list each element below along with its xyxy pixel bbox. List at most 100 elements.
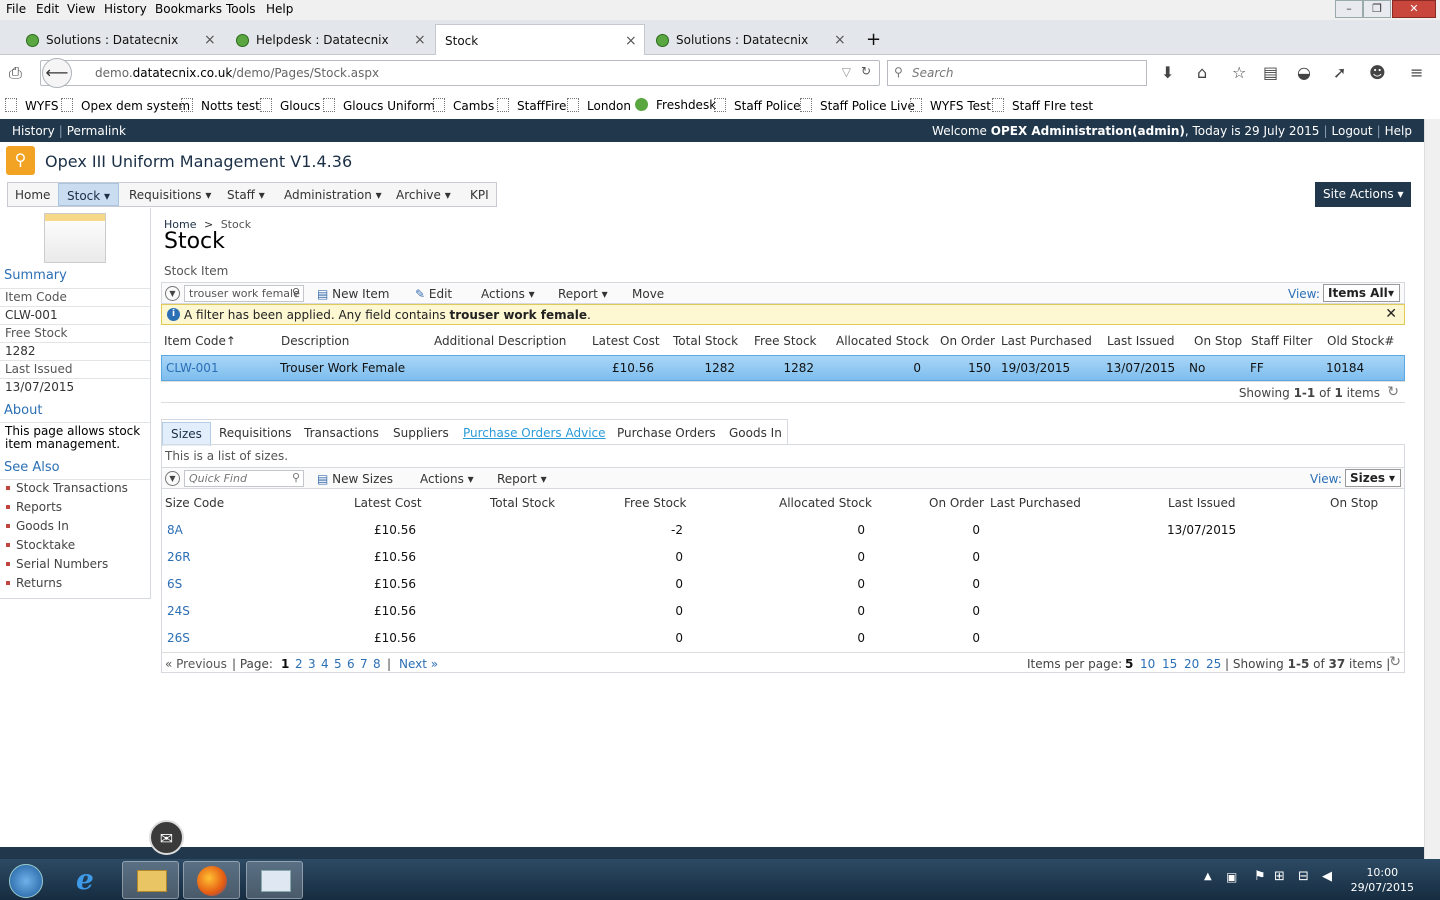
page-scrollbar[interactable] — [1424, 119, 1440, 859]
refresh-icon[interactable]: ↻ — [1387, 384, 1399, 400]
tab-close-icon[interactable]: × — [834, 32, 846, 48]
see-also-link[interactable]: Returns — [6, 576, 62, 590]
tray-arrow-icon[interactable]: ▲ — [1204, 871, 1212, 882]
col-description[interactable]: Description — [281, 334, 349, 348]
tray-app-icon[interactable]: ▣ — [1226, 870, 1237, 884]
bookmark[interactable]: Freshdesk — [635, 98, 716, 112]
search-icon[interactable]: ⚲ — [292, 286, 300, 299]
table-row-selected[interactable]: CLW-001 Trouser Work Female £10.56 1282 … — [161, 355, 1405, 381]
size-code-link[interactable]: 8A — [167, 523, 183, 537]
nav-home[interactable]: Home — [15, 188, 50, 202]
nav-archive[interactable]: Archive ▾ — [396, 188, 451, 202]
back-button[interactable]: ⟵ — [42, 58, 72, 88]
table-row[interactable]: 8A £10.56 -2 0 0 13/07/2015 — [161, 516, 1405, 543]
history-link[interactable]: History — [12, 124, 55, 138]
tab-close-icon[interactable]: × — [414, 32, 426, 48]
menu-view[interactable]: View — [67, 2, 95, 16]
size-code-link[interactable]: 26S — [167, 631, 190, 645]
col-last-purchased[interactable]: Last Purchased — [1001, 334, 1092, 348]
mail-icon[interactable]: ✉ — [149, 820, 184, 855]
flag-icon[interactable]: ⚑ — [1254, 869, 1266, 884]
col-allocated-stock[interactable]: Allocated Stock — [836, 334, 929, 348]
bookmark[interactable]: Staff Police — [714, 98, 801, 113]
ie-icon[interactable]: e — [62, 861, 119, 899]
search-icon[interactable]: ⚲ — [292, 471, 300, 484]
item-code-link[interactable]: CLW-001 — [166, 361, 219, 375]
logout-link[interactable]: Logout — [1332, 124, 1373, 138]
nav-staff[interactable]: Staff ▾ — [227, 188, 265, 202]
col-last-purchased[interactable]: Last Purchased — [990, 496, 1081, 510]
volume-icon[interactable]: ◀ — [1322, 869, 1332, 884]
see-also-link[interactable]: Reports — [6, 500, 62, 514]
size-code-link[interactable]: 24S — [167, 604, 190, 618]
col-free-stock[interactable]: Free Stock — [624, 496, 687, 510]
previous-link[interactable]: « Previous — [165, 657, 227, 671]
bookmark[interactable]: WYFS — [5, 98, 59, 113]
size-code-link[interactable]: 26R — [167, 550, 191, 564]
col-on-order[interactable]: On Order — [929, 496, 984, 510]
per-page-option[interactable]: 25 — [1206, 657, 1221, 671]
page-link[interactable]: 7 — [360, 657, 368, 671]
move-button[interactable]: Move — [632, 287, 664, 301]
new-tab-button[interactable]: + — [860, 24, 881, 55]
clock[interactable]: 10:00 29/07/2015 — [1351, 865, 1414, 895]
sizes-report-menu[interactable]: Report ▾ — [497, 472, 547, 486]
site-actions-button[interactable]: Site Actions ▾ — [1315, 182, 1411, 207]
stock-search-input[interactable]: trouser work female ⚲ — [184, 285, 304, 302]
chat-icon[interactable]: ☻ — [1369, 63, 1386, 82]
browser-tab[interactable]: Solutions : Datatecnix × — [0, 24, 222, 55]
col-total-stock[interactable]: Total Stock — [490, 496, 555, 510]
reading-list-icon[interactable]: ▤ — [1263, 63, 1278, 82]
site-title[interactable]: Opex III Uniform Management V1.4.36 — [45, 152, 352, 171]
menu-file[interactable]: File — [6, 2, 26, 16]
bookmark[interactable]: StaffFire — [497, 98, 566, 113]
table-row[interactable]: 24S £10.56 0 0 0 — [161, 597, 1405, 624]
col-on-stop[interactable]: On Stop — [1330, 496, 1378, 510]
bookmark[interactable]: Staff FIre test — [992, 98, 1093, 113]
new-sizes-button[interactable]: ▤ New Sizes — [317, 472, 393, 486]
per-page-option[interactable]: 10 — [1140, 657, 1155, 671]
bookmark-star-icon[interactable]: ☆ — [1232, 63, 1246, 82]
browser-tab-active[interactable]: Stock × — [435, 24, 645, 55]
network-icon[interactable]: ⊟ — [1298, 869, 1309, 884]
chevron-down-icon[interactable]: ▼ — [165, 471, 180, 486]
edit-button[interactable]: ✎ Edit — [415, 287, 452, 301]
actions-menu[interactable]: Actions ▾ — [481, 287, 535, 301]
next-link[interactable]: Next » — [399, 657, 438, 671]
tab-requisitions[interactable]: Requisitions — [219, 426, 292, 440]
browser-tab[interactable]: Helpdesk : Datatecnix × — [210, 24, 432, 55]
tab-suppliers[interactable]: Suppliers — [393, 426, 449, 440]
firefox-icon[interactable] — [183, 861, 240, 899]
quick-find-input[interactable]: Quick Find ⚲ — [184, 470, 304, 487]
bookmark[interactable]: Gloucs Uniform — [323, 98, 435, 113]
menu-history[interactable]: History — [104, 2, 147, 16]
tab-transactions[interactable]: Transactions — [304, 426, 379, 440]
url-bar[interactable]: demo.datatecnix.co.uk/demo/Pages/Stock.a… — [40, 60, 880, 86]
nav-kpi[interactable]: KPI — [470, 188, 489, 202]
bookmark[interactable]: Staff Police Live — [800, 98, 915, 113]
col-size-code[interactable]: Size Code — [165, 496, 224, 510]
col-staff-filter[interactable]: Staff Filter — [1251, 334, 1312, 348]
table-row[interactable]: 6S £10.56 0 0 0 — [161, 570, 1405, 597]
page-link[interactable]: 5 — [334, 657, 342, 671]
download-icon[interactable]: ⬇ — [1161, 63, 1174, 82]
bookmark[interactable]: WYFS Test — [910, 98, 991, 113]
menu-bookmarks[interactable]: Bookmarks — [155, 2, 222, 16]
report-menu[interactable]: Report ▾ — [558, 287, 608, 301]
see-also-link[interactable]: Stock Transactions — [6, 481, 128, 495]
window-close-icon[interactable]: ✕ — [1392, 0, 1436, 18]
col-allocated-stock[interactable]: Allocated Stock — [779, 496, 872, 510]
bookmark[interactable]: London — [567, 98, 631, 113]
per-page-option[interactable]: 15 — [1162, 657, 1177, 671]
page-link[interactable]: 4 — [321, 657, 329, 671]
page-link-current[interactable]: 1 — [281, 657, 289, 671]
reload-icon[interactable]: ↻ — [861, 64, 871, 78]
print-icon[interactable]: ⎙ — [9, 63, 22, 83]
nav-administration[interactable]: Administration ▾ — [284, 188, 382, 202]
bookmark[interactable]: Opex dem system — [61, 98, 190, 113]
permalink-link[interactable]: Permalink — [67, 124, 126, 138]
tab-goods-in[interactable]: Goods In — [729, 426, 782, 440]
bookmark[interactable]: Cambs — [433, 98, 494, 113]
nav-stock[interactable]: Stock ▾ — [58, 183, 120, 206]
menu-edit[interactable]: Edit — [36, 2, 59, 16]
